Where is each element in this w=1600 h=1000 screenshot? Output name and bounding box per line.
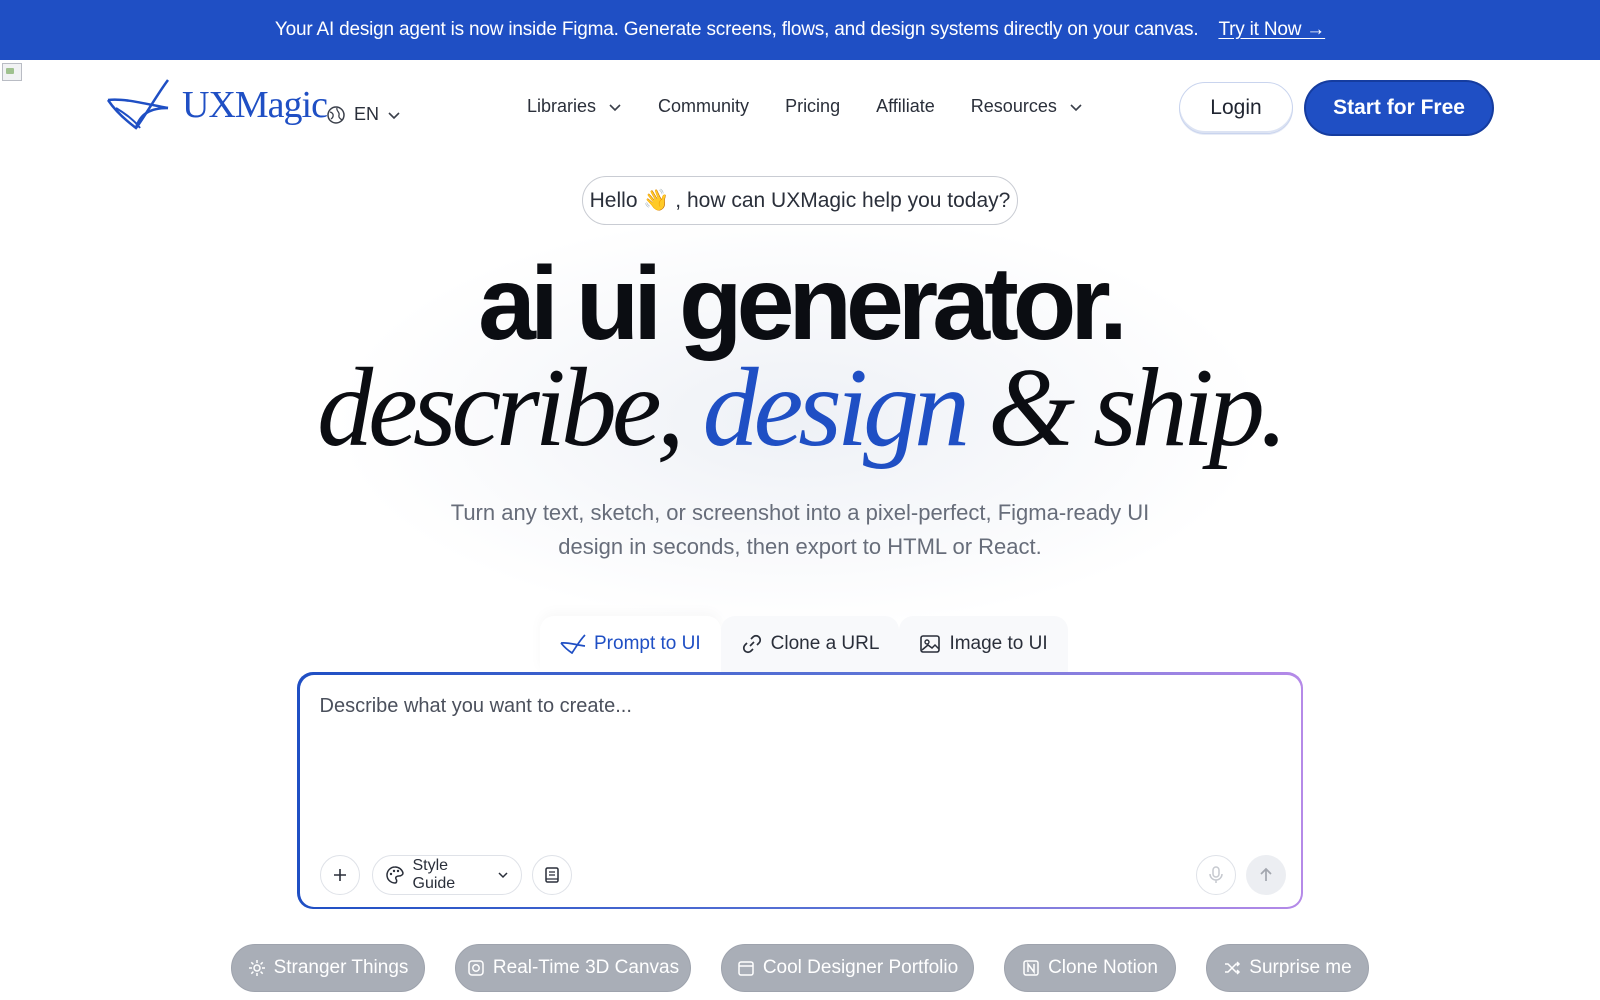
book-icon [543,866,561,884]
link-icon [741,633,763,655]
suggestion-chip[interactable]: Surprise me [1206,944,1369,992]
greeting-pill: Hello 👋 , how can UXMagic help you today… [582,176,1018,225]
camera-icon [467,959,485,977]
tab-label: Prompt to UI [594,633,701,654]
calendar-icon [737,959,755,977]
language-label: EN [354,104,380,124]
microphone-icon [1208,865,1224,884]
tab-clone-a-url[interactable]: Clone a URL [720,616,900,672]
suggestion-label: Stranger Things [273,957,409,978]
nav-item-label: Pricing [785,96,841,116]
tab-label: Image to UI [949,633,1048,654]
suggestion-chip[interactable]: Real-Time 3D Canvas [455,944,691,992]
suggestion-label: Clone Notion [1048,957,1158,978]
paper-plane-icon [560,634,586,654]
prompt-box: Style Guide [299,674,1301,907]
nav-item-label: Affiliate [876,96,935,116]
logo[interactable]: UXMagic [106,78,328,132]
tagline-part2: & ship. [965,346,1288,470]
subtitle-line-2: design in seconds, then export to HTML o… [558,534,1042,559]
suggestion-label: Surprise me [1249,957,1352,978]
nav-item-pricing[interactable]: Pricing [785,96,840,117]
chevron-down-icon [1069,100,1083,114]
nav-links: Libraries Community Pricing Affiliate Re… [527,96,1083,117]
palette-icon [385,865,405,885]
globe-icon [326,105,346,125]
suggestion-label: Real-Time 3D Canvas [492,957,680,978]
hero-headline: ai ui generator. [478,246,1128,362]
add-attachment-button[interactable] [319,854,360,895]
image-icon [919,633,941,655]
announcement-banner: Your AI design agent is now inside Figma… [0,0,1600,60]
suggestion-chips: Stranger Things Real-Time 3D Canvas Cool… [0,944,1600,994]
language-selector[interactable]: EN [326,104,401,125]
suggestion-chip[interactable]: Stranger Things [231,944,425,992]
shuffle-icon [1223,959,1241,977]
hero-subtitle: Turn any text, sketch, or screenshot int… [400,496,1200,564]
start-for-free-button[interactable]: Start for Free [1306,82,1492,134]
mode-tabs: Prompt to UI Clone a URL Image to UI [540,616,1068,672]
suggestion-label: Cool Designer Portfolio [762,957,959,978]
tab-label: Clone a URL [770,633,880,654]
gear-icon [248,959,266,977]
send-button[interactable] [1245,854,1286,895]
top-nav: UXMagic EN Libraries Community Pricing A… [0,60,1600,155]
nav-item-label: Libraries [527,96,597,116]
tab-prompt-to-ui[interactable]: Prompt to UI [540,616,721,672]
banner-text: Your AI design agent is now inside Figma… [274,19,1199,40]
nav-item-affiliate[interactable]: Affiliate [876,96,935,117]
prompt-input[interactable] [319,694,1260,815]
suggestion-chip[interactable]: Clone Notion [1004,944,1176,992]
logo-text: UXMagic [182,84,328,126]
chevron-down-icon [608,100,622,114]
logo-butterfly-icon [106,78,172,132]
nav-item-label: Resources [970,96,1057,116]
chevron-down-icon [497,869,509,881]
banner-try-it-link[interactable]: Try it Now → [1218,19,1325,41]
nav-item-libraries[interactable]: Libraries [527,96,622,117]
notion-icon [1022,959,1040,977]
nav-item-resources[interactable]: Resources [971,96,1083,117]
microphone-button[interactable] [1195,854,1236,895]
subtitle-line-1: Turn any text, sketch, or screenshot int… [450,500,1150,525]
hero-tagline: describe, design & ship. [0,352,1600,464]
tab-image-to-ui[interactable]: Image to UI [899,616,1068,672]
chevron-down-icon [387,108,401,122]
style-guide-dropdown[interactable]: Style Guide [371,854,522,895]
arrow-up-icon [1258,867,1274,883]
book-button[interactable] [531,854,572,895]
nav-item-label: Community [658,96,750,116]
tagline-accent: design [702,346,970,470]
nav-item-community[interactable]: Community [658,96,749,117]
login-button[interactable]: Login [1179,82,1293,134]
suggestion-chip[interactable]: Cool Designer Portfolio [721,944,974,992]
style-guide-label: Style Guide [412,856,456,892]
tagline-part1: describe, [317,346,703,470]
plus-icon [332,867,348,883]
prompt-box-border: Style Guide [297,672,1303,909]
